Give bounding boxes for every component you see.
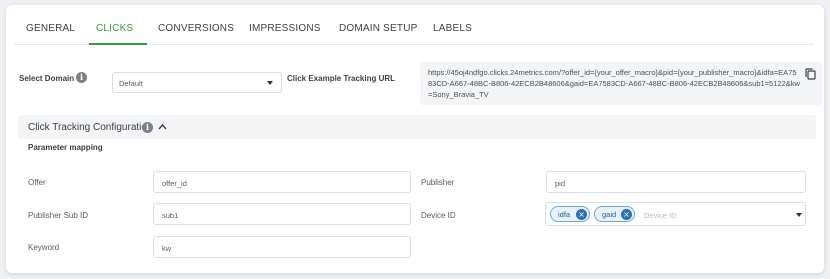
publisher-field[interactable]: pid (546, 171, 806, 193)
click-settings-card: GENERAL CLICKS CONVERSIONS IMPRESSIONS D… (6, 5, 824, 273)
domain-select[interactable]: Default (112, 72, 282, 93)
chevron-up-icon[interactable] (158, 123, 167, 130)
tab-conversions[interactable]: CONVERSIONS (158, 23, 234, 34)
tag-chip-label: gaid (602, 210, 617, 219)
info-icon[interactable]: i (76, 72, 87, 83)
tab-labels[interactable]: LABELS (433, 23, 472, 34)
section-title: Click Tracking Configuration (28, 122, 153, 133)
close-icon[interactable]: × (621, 209, 632, 220)
keyword-field-value: kw (162, 244, 172, 253)
chevron-down-icon[interactable] (796, 213, 802, 217)
device-id-label: Device ID (421, 211, 456, 220)
publisher-field-value: pid (555, 179, 566, 188)
tag-chip: gaid × (594, 206, 635, 222)
tab-bar: GENERAL CLICKS CONVERSIONS IMPRESSIONS D… (14, 5, 814, 45)
close-icon[interactable]: × (576, 209, 587, 220)
info-icon[interactable]: i (142, 122, 153, 133)
tag-chip-label: idfa (558, 210, 571, 219)
tab-general[interactable]: GENERAL (26, 23, 75, 34)
tracking-url-box: https://45oj4ndfgo.clicks.24metrics.com/… (420, 62, 822, 105)
keyword-field[interactable]: kw (153, 236, 411, 258)
offer-label: Offer (28, 178, 46, 187)
copy-icon[interactable] (805, 68, 816, 80)
publisher-label: Publisher (421, 178, 455, 187)
device-id-placeholder: Device ID (644, 211, 677, 220)
domain-select-value: Default (119, 79, 143, 88)
offer-field-value: offer_id (162, 179, 187, 188)
publisher-sub-id-field[interactable]: sub1 (153, 203, 411, 225)
tracking-url-value: https://45oj4ndfgo.clicks.24metrics.com/… (428, 68, 800, 99)
chevron-down-icon (267, 81, 273, 85)
parameter-mapping-title: Parameter mapping (28, 143, 103, 152)
tab-clicks[interactable]: CLICKS (96, 23, 133, 34)
tab-impressions[interactable]: IMPRESSIONS (249, 23, 321, 34)
tag-chip: idfa × (550, 206, 590, 222)
active-tab-indicator (89, 43, 147, 45)
tab-domain-setup[interactable]: DOMAIN SETUP (339, 23, 418, 34)
device-id-select[interactable]: idfa × gaid × Device ID (545, 202, 806, 226)
keyword-label: Keyword (28, 243, 60, 252)
tracking-url-label: Click Example Tracking URL (287, 74, 396, 83)
publisher-sub-id-value: sub1 (162, 211, 179, 220)
click-tracking-config-header[interactable]: Click Tracking Configuration i (18, 115, 816, 139)
select-domain-label: Select Domain (19, 74, 75, 83)
publisher-sub-id-label: Publisher Sub ID (28, 211, 89, 220)
offer-field[interactable]: offer_id (153, 171, 411, 193)
